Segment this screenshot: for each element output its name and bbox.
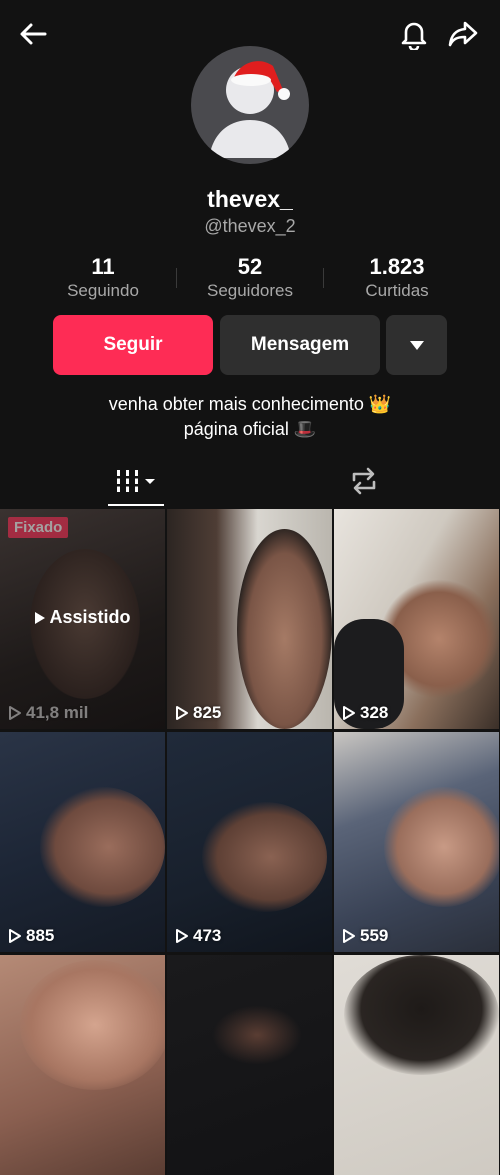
view-count-text: 41,8 mil: [26, 703, 89, 722]
repost-icon: [352, 467, 376, 495]
view-count: 559: [342, 926, 388, 946]
back-arrow-icon[interactable]: [13, 14, 53, 54]
tab-reposts[interactable]: [239, 456, 489, 506]
video-thumbnail[interactable]: 825: [167, 509, 332, 729]
play-icon: [176, 929, 188, 943]
stat-followers[interactable]: 52 Seguidores: [177, 254, 323, 302]
videos-grid-icon: [114, 470, 155, 492]
view-count: 41,8 mil: [8, 703, 88, 723]
bio-line: venha obter mais conhecimento 👑: [108, 394, 392, 414]
watched-label: Assistido: [0, 607, 165, 628]
play-icon: [9, 706, 21, 720]
video-thumbnail[interactable]: 885: [0, 732, 165, 952]
user-handle: @thevex_2: [204, 216, 296, 236]
avatar[interactable]: [191, 46, 309, 164]
likes-label: Curtidas: [365, 281, 429, 300]
view-count-text: 473: [193, 926, 222, 945]
chevron-down-icon: [409, 341, 424, 350]
tab-videos[interactable]: [11, 456, 261, 506]
content-tabs: [0, 456, 500, 508]
profile-stats: 11 Seguindo 52 Seguidores 1.823 Curtidas: [30, 254, 470, 302]
view-count-text: 885: [26, 926, 55, 945]
video-thumbnail[interactable]: [167, 955, 332, 1175]
video-thumbnail[interactable]: Fixado Assistido 41,8 mil: [0, 509, 165, 729]
view-count: 825: [175, 703, 221, 723]
message-button[interactable]: Mensagem: [220, 315, 380, 375]
followers-count: 52: [237, 254, 263, 279]
view-count-text: 559: [360, 926, 389, 945]
bio: venha obter mais conhecimento 👑 página o…: [0, 392, 500, 442]
active-tab-indicator: [108, 504, 164, 506]
stat-likes[interactable]: 1.823 Curtidas: [324, 254, 470, 302]
play-icon: [343, 929, 355, 943]
bell-icon[interactable]: [394, 14, 434, 54]
video-grid: Fixado Assistido 41,8 mil 825 328 885 47…: [0, 509, 500, 1175]
username: thevex_: [207, 186, 293, 212]
view-count: 328: [342, 703, 388, 723]
following-count: 11: [91, 254, 115, 279]
likes-count: 1.823: [369, 254, 425, 279]
view-count-text: 825: [193, 703, 222, 722]
following-label: Seguindo: [67, 281, 139, 300]
followers-label: Seguidores: [206, 281, 293, 300]
watched-text: Assistido: [49, 607, 131, 627]
video-thumbnail[interactable]: [0, 955, 165, 1175]
video-thumbnail[interactable]: 473: [167, 732, 332, 952]
play-icon: [343, 706, 355, 720]
view-count-text: 328: [360, 703, 389, 722]
stat-following[interactable]: 11 Seguindo: [30, 254, 176, 302]
view-count: 473: [175, 926, 221, 946]
play-icon: [35, 611, 46, 624]
share-icon[interactable]: [443, 14, 483, 54]
play-icon: [176, 706, 188, 720]
pinned-badge: Fixado: [8, 517, 69, 538]
bio-line: página oficial 🎩: [183, 419, 317, 439]
more-options-button[interactable]: [386, 315, 447, 375]
view-count: 885: [8, 926, 54, 946]
video-thumbnail[interactable]: 559: [334, 732, 499, 952]
follow-button[interactable]: Seguir: [53, 315, 213, 375]
video-thumbnail[interactable]: [334, 955, 499, 1175]
play-icon: [9, 929, 21, 943]
video-thumbnail[interactable]: 328: [334, 509, 499, 729]
